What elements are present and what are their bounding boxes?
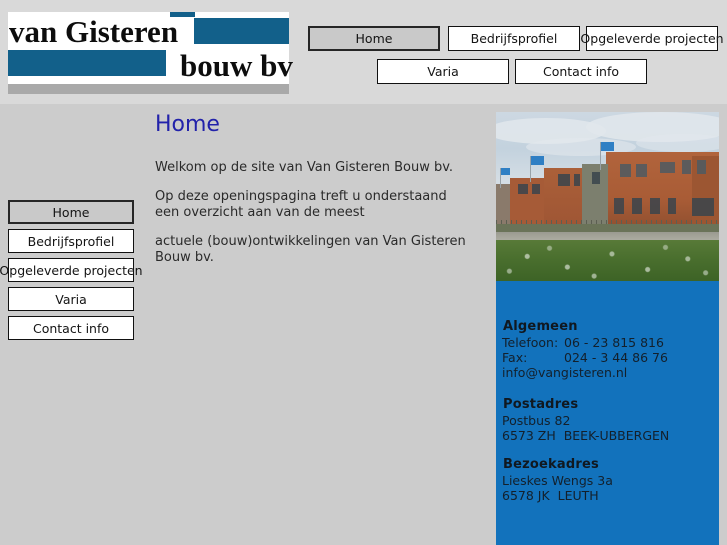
photo-window [518,184,528,194]
logo-wordmark-secondary: bouw bv [180,48,293,83]
top-navigation-row-2: Varia Contact info [308,59,718,88]
company-building-photo [496,112,719,281]
photo-window [682,160,691,174]
photo-window [636,164,647,177]
photo-window [532,184,540,194]
intro-paragraph-1: Welkom op de site van Van Gisteren Bouw … [155,160,454,175]
sidebar-item-opgeleverde-projecten[interactable]: Opgeleverde projecten [0,258,143,282]
contact-fax-row: Fax: 024 - 3 44 86 76 [502,350,668,365]
site-header: van Gisteren bouw bv Home Bedrijfsprofie… [0,0,727,104]
sidebar-item-bedrijfsprofiel[interactable]: Bedrijfsprofiel [8,229,134,253]
photo-window [558,174,570,186]
photo-window [650,198,660,214]
contact-info-panel: Algemeen Telefoon: 06 - 23 815 816 Fax: … [496,281,719,545]
contact-group-postadres: Postadres Postbus 82 6573 ZH BEEK-UBBERG… [502,397,669,443]
photo-window [620,164,631,177]
photo-window [632,198,642,214]
logo-accent-bar-right [194,18,289,44]
contact-telefoon-label: Telefoon: [502,335,559,350]
photo-window [697,160,706,174]
contact-heading-algemeen: Algemeen [503,319,578,334]
contact-fax-label: Fax: [502,350,528,365]
top-navigation-row-1: Home Bedrijfsprofiel Opgeleverde project… [308,26,724,55]
contact-bezoekadres-line-2: 6578 JK LEUTH [502,488,599,503]
company-logo[interactable]: van Gisteren bouw bv [8,12,293,84]
topnav-item-home[interactable]: Home [308,26,440,51]
contact-telefoon-row: Telefoon: 06 - 23 815 816 [502,335,668,350]
contact-heading-postadres: Postadres [503,397,579,412]
sidebar-navigation: Home Bedrijfsprofiel Opgeleverde project… [0,200,143,345]
contact-group-algemeen: Algemeen Telefoon: 06 - 23 815 816 Fax: … [502,319,668,380]
topnav-item-contact-info[interactable]: Contact info [515,59,647,84]
intro-paragraph-3: actuele (bouw)ontwikkelingen van Van Gis… [155,234,466,265]
sidebar-item-contact-info[interactable]: Contact info [8,316,134,340]
photo-window [574,174,580,186]
contact-heading-bezoekadres: Bezoekadres [503,457,599,472]
photo-flag [601,142,614,151]
photo-flag [531,156,544,165]
photo-flag [501,168,510,175]
logo-wordmark-primary: van Gisteren [9,14,179,49]
sidebar-item-varia[interactable]: Varia [8,287,134,311]
top-navigation: Home Bedrijfsprofiel Opgeleverde project… [308,26,724,88]
contact-fax-value: 024 - 3 44 86 76 [564,350,668,365]
contact-group-bezoekadres: Bezoekadres Lieskes Wengs 3a 6578 JK LEU… [502,457,613,503]
photo-window [592,172,600,184]
contact-postadres-line-1: Postbus 82 [502,413,571,428]
topnav-item-varia[interactable]: Varia [377,59,509,84]
topnav-item-bedrijfsprofiel[interactable]: Bedrijfsprofiel [448,26,580,51]
page-body: Home Bedrijfsprofiel Opgeleverde project… [0,104,727,545]
contact-postadres-line-2: 6573 ZH BEEK-UBBERGEN [502,428,670,443]
photo-window [614,198,624,214]
logo-underbar-divider [8,84,289,94]
intro-paragraph-2: Op deze openingspagina treft u onderstaa… [155,189,447,220]
photo-grass-field [496,240,719,281]
contact-bezoekadres-line-1: Lieskes Wengs 3a [502,473,613,488]
contact-email-link[interactable]: info@vangisteren.nl [502,365,668,380]
page-title: Home [155,112,220,137]
photo-window [668,198,676,214]
logo-accent-bar-left [8,50,166,76]
photo-window [692,198,714,216]
photo-window [660,162,675,173]
sidebar-item-home[interactable]: Home [8,200,134,224]
contact-telefoon-value: 06 - 23 815 816 [564,335,664,350]
topnav-item-opgeleverde-projecten[interactable]: Opgeleverde projecten [580,26,724,51]
